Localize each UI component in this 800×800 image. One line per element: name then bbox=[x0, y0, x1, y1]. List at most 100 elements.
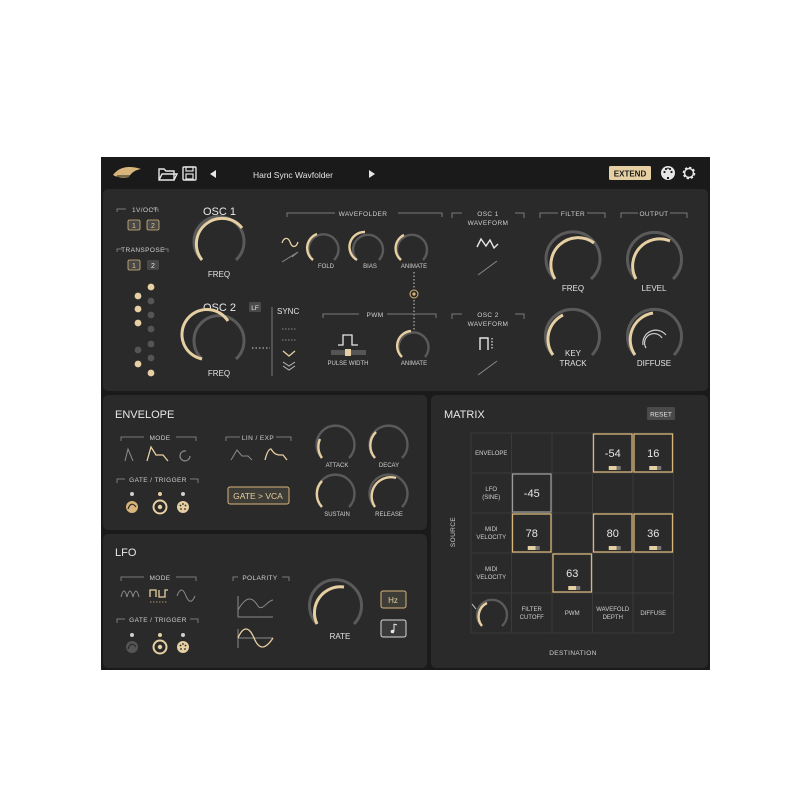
matrix-cell-indicator bbox=[616, 466, 621, 470]
sustain-label: SUSTAIN bbox=[324, 512, 350, 518]
matrix-cell-value: 16 bbox=[647, 448, 659, 460]
music-note-icon[interactable] bbox=[380, 619, 407, 638]
decay-label: DECAY bbox=[379, 463, 399, 469]
hz-button[interactable]: Hz bbox=[380, 590, 407, 609]
matrix-cell[interactable] bbox=[634, 554, 673, 592]
polarity-label: POLARITY bbox=[242, 575, 278, 582]
matrix-cell-value: 80 bbox=[607, 528, 619, 540]
matrix-active-cell[interactable]: 80 bbox=[592, 513, 633, 553]
matrix-active-cell[interactable]: 63 bbox=[552, 553, 593, 593]
matrix-active-cell[interactable]: 78 bbox=[511, 513, 552, 553]
envelope-title: ENVELOPE bbox=[115, 409, 174, 421]
extend-button-label: EXTEND bbox=[614, 170, 647, 179]
matrix-cell-value: -54 bbox=[605, 448, 621, 460]
lfo-rate-label: RATE bbox=[330, 632, 351, 641]
pwm-animate-label: ANIMATE bbox=[401, 361, 427, 367]
midi-icon[interactable] bbox=[661, 166, 675, 180]
extend-button[interactable]: EXTEND bbox=[609, 166, 651, 180]
osc1-freq-label: FREQ bbox=[208, 270, 230, 279]
matrix-source-label: LFO bbox=[485, 487, 497, 493]
voct-button-2[interactable]: 2 bbox=[146, 219, 160, 231]
matrix-cell-indicator bbox=[568, 586, 577, 590]
fold-label: FOLD bbox=[318, 264, 335, 270]
destination-axis-label: DESTINATION bbox=[549, 650, 597, 657]
matrix-destination-label: PWM bbox=[565, 611, 580, 617]
key-track-label-2: TRACK bbox=[559, 359, 587, 368]
lfo-gate-trigger-label: GATE / TRIGGER bbox=[129, 617, 187, 624]
matrix-destination-label: WAVEFOLD bbox=[596, 607, 630, 613]
matrix-cell-value: 63 bbox=[566, 568, 578, 580]
osc1-waveform-label-1: OSC 1 bbox=[477, 211, 499, 218]
matrix-cell[interactable] bbox=[553, 514, 592, 552]
pwm-label: PWM bbox=[366, 312, 383, 319]
osc2-waveform-label-1: OSC 2 bbox=[477, 312, 499, 319]
matrix-source-label: ENVELOPE bbox=[475, 451, 507, 457]
transpose-button-1-label: 1 bbox=[132, 263, 136, 270]
osc2-lf-button[interactable]: LF bbox=[249, 302, 261, 312]
wavefolder-label: WAVEFOLDER bbox=[339, 211, 388, 218]
transpose-button-2[interactable]: 2 bbox=[147, 260, 159, 270]
matrix-destination-label: CUTOFF bbox=[520, 615, 545, 621]
matrix-active-cell[interactable]: -45 bbox=[511, 473, 552, 513]
matrix-cell[interactable] bbox=[513, 434, 552, 472]
transpose-button-1[interactable]: 1 bbox=[127, 259, 141, 271]
matrix-cell-indicator bbox=[527, 546, 536, 550]
matrix-cell-indicator bbox=[649, 546, 658, 550]
preset-name[interactable]: Hard Sync Wavfolder bbox=[253, 170, 333, 180]
matrix-source-label: (SINE) bbox=[482, 495, 500, 501]
source-axis-label: SOURCE bbox=[450, 517, 457, 547]
matrix-cell-indicator bbox=[535, 546, 540, 550]
transpose-button-2-label: 2 bbox=[151, 263, 155, 270]
envelope-mode-label: MODE bbox=[149, 435, 170, 442]
matrix-destination-label: DEPTH bbox=[603, 615, 623, 621]
release-label: RELEASE bbox=[375, 512, 403, 518]
bias-label: BIAS bbox=[363, 264, 377, 270]
matrix-source-label: VELOCITY bbox=[476, 535, 506, 541]
matrix-cell-indicator bbox=[649, 466, 658, 470]
matrix-active-cell[interactable]: 36 bbox=[633, 513, 674, 553]
matrix-cell-indicator bbox=[657, 546, 662, 550]
matrix-cell-indicator bbox=[608, 466, 617, 470]
osc2-freq-label: FREQ bbox=[208, 369, 230, 378]
transpose-label: TRANSPOSE bbox=[121, 247, 165, 254]
output-label: OUTPUT bbox=[639, 211, 668, 218]
matrix-cell-indicator bbox=[608, 546, 617, 550]
filter-freq-label: FREQ bbox=[562, 284, 584, 293]
matrix-cell-indicator bbox=[576, 586, 581, 590]
matrix-source-label: MIDI bbox=[485, 567, 498, 573]
matrix-reset-button[interactable]: RESET bbox=[647, 407, 675, 420]
gate-vca-label: GATE > VCA bbox=[233, 491, 283, 501]
matrix-title: MATRIX bbox=[444, 409, 485, 421]
matrix-reset-label: RESET bbox=[650, 412, 672, 419]
osc1-waveform-label-2: WAVEFORM bbox=[468, 220, 509, 227]
voct-button-1-label: 1 bbox=[132, 223, 136, 230]
lfo-panel bbox=[103, 534, 427, 668]
matrix-cell[interactable] bbox=[594, 554, 633, 592]
gate-vca-button[interactable]: GATE > VCA bbox=[227, 486, 290, 505]
matrix-active-cell[interactable]: 16 bbox=[633, 433, 674, 473]
lin-exp-label: LIN / EXP bbox=[242, 435, 274, 442]
matrix-cell-value: 36 bbox=[647, 528, 659, 540]
matrix-cell[interactable] bbox=[634, 474, 673, 512]
pulse-width-label: PULSE WIDTH bbox=[327, 361, 368, 367]
filter-label: FILTER bbox=[561, 211, 585, 218]
matrix-destination-label: FILTER bbox=[522, 607, 543, 613]
osc2-waveform-label-2: WAVEFORM bbox=[468, 321, 509, 328]
matrix-cell-value: -45 bbox=[524, 488, 540, 500]
matrix-cell[interactable] bbox=[553, 434, 592, 472]
hz-label: Hz bbox=[388, 596, 398, 605]
matrix-source-label: VELOCITY bbox=[476, 575, 506, 581]
voct-button-2-label: 2 bbox=[151, 223, 155, 230]
lfo-mode-label: MODE bbox=[149, 575, 170, 582]
wavefolder-animate-label: ANIMATE bbox=[401, 264, 427, 270]
voct-button-1[interactable]: 1 bbox=[127, 219, 141, 231]
matrix-cell-indicator bbox=[616, 546, 621, 550]
matrix-cell[interactable] bbox=[513, 554, 552, 592]
lfo-title: LFO bbox=[115, 547, 137, 559]
pulse-width-slider[interactable] bbox=[331, 349, 366, 356]
key-track-label-1: KEY bbox=[565, 349, 582, 358]
matrix-cell[interactable] bbox=[553, 474, 592, 512]
matrix-active-cell[interactable]: -54 bbox=[592, 433, 633, 473]
matrix-cell[interactable] bbox=[594, 474, 633, 512]
diffuse-label: DIFFUSE bbox=[637, 359, 671, 368]
